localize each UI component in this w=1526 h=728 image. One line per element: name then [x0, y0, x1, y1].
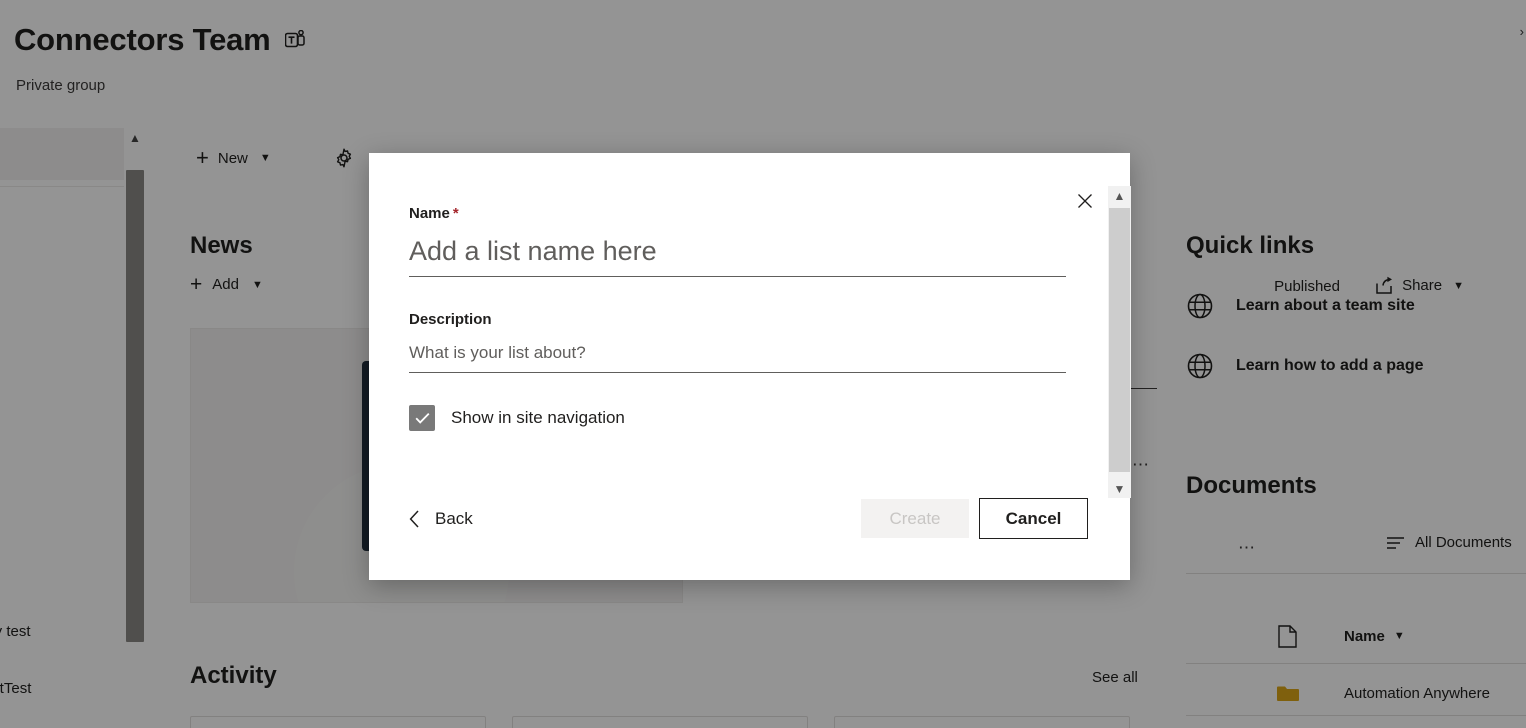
cancel-button[interactable]: Cancel — [979, 498, 1088, 539]
dialog-scrollbar[interactable]: ▲ ▼ — [1108, 186, 1131, 498]
chevron-left-icon — [409, 510, 420, 528]
dialog-scroll-up-chevron-up-icon[interactable]: ▲ — [1108, 186, 1131, 205]
close-button[interactable] — [1070, 186, 1100, 216]
show-in-site-navigation-checkbox[interactable] — [409, 405, 435, 431]
create-button[interactable]: Create — [861, 499, 969, 538]
list-name-input[interactable] — [409, 227, 1066, 277]
description-field-label: Description — [409, 311, 492, 328]
show-in-site-navigation-row[interactable]: Show in site navigation — [409, 405, 1066, 431]
app-window: Connectors Team Private group › s brary … — [0, 0, 1526, 728]
checkmark-icon — [415, 412, 430, 424]
back-button[interactable]: Back — [409, 509, 473, 529]
create-list-dialog: Name* Description Show in site navigatio… — [369, 153, 1131, 580]
back-button-label: Back — [435, 509, 473, 528]
name-label-text: Name — [409, 205, 450, 222]
name-field-group: Name * — [409, 205, 1066, 277]
description-field-group: Description — [409, 311, 1066, 373]
show-in-site-navigation-label: Show in site navigation — [451, 408, 625, 427]
list-description-input[interactable] — [409, 333, 1066, 373]
dialog-form: Name* Description Show in site navigatio… — [409, 205, 1066, 431]
required-asterisk: * — [452, 205, 459, 222]
close-icon — [1077, 193, 1093, 209]
name-field-label: Name * — [409, 205, 459, 222]
dialog-scrollbar-thumb[interactable] — [1109, 208, 1130, 472]
